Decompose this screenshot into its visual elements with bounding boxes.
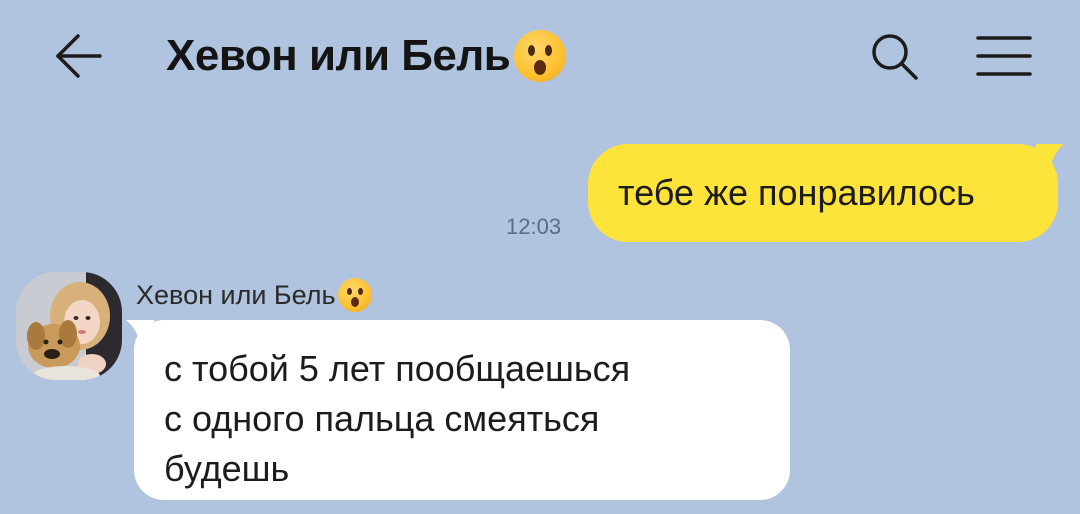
sender-name-text: Хевон или Бель xyxy=(136,279,336,310)
hushed-face-emoji-icon xyxy=(337,278,372,312)
hushed-face-emoji-icon xyxy=(514,30,567,82)
outgoing-message-bubble[interactable]: тебе же понравилось xyxy=(588,144,1058,242)
message-timestamp: 12:03 xyxy=(506,214,562,239)
incoming-message-line: с тобой 5 лет пообщаешься xyxy=(164,348,631,389)
incoming-message-line: будешь xyxy=(164,448,290,489)
avatar-image xyxy=(16,272,122,380)
chat-header: Хевон или Бель xyxy=(0,0,1080,112)
arrow-left-icon xyxy=(56,34,102,78)
chat-screen: Хевон или Бель тебе же понравилось 12:03 xyxy=(0,0,1080,514)
search-button[interactable] xyxy=(868,30,924,82)
chat-title-text: Хевон или Бель xyxy=(166,31,511,80)
sender-avatar[interactable] xyxy=(16,272,122,380)
menu-button[interactable] xyxy=(974,30,1034,82)
back-button[interactable] xyxy=(48,30,108,82)
outgoing-message-text: тебе же понравилось xyxy=(618,172,975,213)
hamburger-menu-icon xyxy=(976,36,1032,76)
incoming-message-line: с одного пальца смеяться xyxy=(164,398,600,439)
search-icon xyxy=(872,34,918,80)
incoming-message-bubble[interactable]: с тобой 5 лет пообщаешься с одного пальц… xyxy=(134,320,790,500)
chat-title: Хевон или Бель xyxy=(166,26,567,86)
sender-name: Хевон или Бель xyxy=(136,276,372,314)
